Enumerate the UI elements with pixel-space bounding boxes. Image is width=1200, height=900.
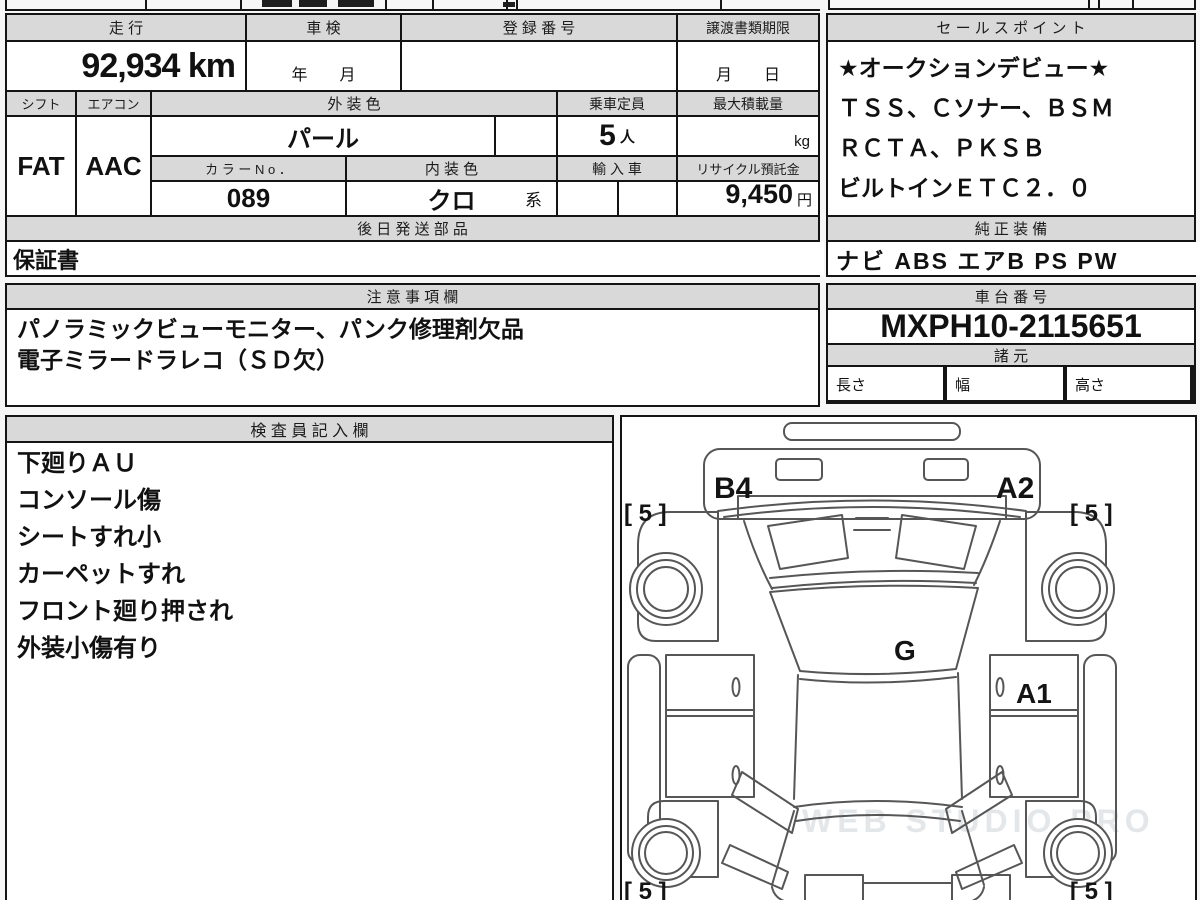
shift-header: シフト	[7, 92, 75, 115]
import-cell-right	[619, 182, 676, 215]
sales-points-box: セ ー ル ス ポ イ ン ト ★オークションデビュー★ ＴＳＳ、Ｃソナー、ＢＳ…	[826, 13, 1200, 277]
inspector-notes-box: 検 査 員 記 入 欄 下廻りＡＵ コンソール傷 シートすれ小 カーペットすれ …	[5, 415, 614, 900]
inspection-header: 車 検	[247, 15, 400, 40]
inspector-notes-header: 検 査 員 記 入 欄	[7, 417, 612, 441]
chassis-box: 車 台 番 号 MXPH10-2115651 諸 元 長さ 幅 高さ	[826, 283, 1196, 404]
interior-color-text: クロ	[427, 188, 476, 215]
inspector-line: フロント廻り押され	[17, 598, 233, 625]
capacity-number: 5	[599, 119, 616, 152]
import-header: 輸 入 車	[558, 157, 676, 180]
headlight-left	[767, 514, 849, 570]
sales-point-line: ★オークションデビュー★	[838, 55, 1110, 81]
sales-points-content: ★オークションデビュー★ ＴＳＳ、Ｃソナー、ＢＳＭ ＲＣＴＡ、ＰＫＳＢ ビルトイ…	[828, 42, 1194, 215]
max-load-header: 最大積載量	[678, 92, 818, 115]
inspector-line: シートすれ小	[17, 524, 161, 551]
grille-area	[923, 458, 969, 481]
license-plate-area	[775, 458, 823, 481]
transfer-deadline-header: 譲渡書類期限	[678, 15, 818, 40]
damage-mark-a1: A1	[1016, 678, 1052, 709]
wheel-rear-left	[631, 818, 701, 888]
aircon-header: エアコン	[77, 92, 150, 115]
interior-color-header: 内 装 色	[347, 157, 556, 180]
front-bumper	[703, 448, 1041, 520]
wheel-rear-right	[1043, 818, 1113, 888]
car-damage-diagram: WEB STUDIO.PRO B4 A2 G A1 [5] [5] […	[624, 422, 1150, 900]
caution-notes-content: パノラミックビューモニター、パンク修理剤欠品 電子ミラードラレコ（ＳＤ欠）	[7, 310, 818, 405]
top-cutoff-row	[5, 0, 1196, 11]
chassis-header: 車 台 番 号	[828, 285, 1194, 308]
later-parts-header: 後 日 発 送 部 品	[7, 217, 818, 240]
damage-mark-g: G	[894, 635, 916, 666]
tire-mark-rear-left: [ 5 ]	[624, 878, 667, 900]
equipment-value: ナビ ABS エアB PS PW	[828, 242, 1200, 275]
tire-mark-front-right: [ 5 ]	[1070, 500, 1113, 527]
shift-value: FAT	[7, 117, 75, 215]
import-cell-left	[558, 182, 617, 215]
capacity-header: 乗車定員	[558, 92, 676, 115]
interior-color-suffix: 系	[525, 191, 542, 210]
inspector-line: コンソール傷	[17, 487, 161, 514]
door-handle	[731, 677, 741, 697]
caution-line: 電子ミラードラレコ（ＳＤ欠）	[17, 347, 339, 373]
recycle-amount: 9,450	[725, 182, 793, 209]
damage-mark-a2: A2	[996, 472, 1034, 505]
car-diagram-box: WEB STUDIO.PRO B4 A2 G A1 [5] [5] […	[620, 415, 1197, 900]
door-handle	[995, 677, 1005, 697]
exterior-color-value: パール	[152, 117, 494, 155]
interior-color-value: クロ 系	[347, 182, 556, 215]
roof-spoiler-bar	[783, 422, 961, 441]
recycle-unit: 円	[796, 192, 812, 209]
exterior-color-header: 外 装 色	[152, 92, 556, 115]
sales-points-header: セ ー ル ス ポ イ ン ト	[828, 15, 1194, 40]
mileage-value: 92,934 km	[7, 42, 245, 90]
tire-mark-rear-right: [ 5 ]	[1070, 878, 1113, 900]
inspector-line: カーペットすれ	[17, 561, 185, 588]
inspector-notes-content: 下廻りＡＵ コンソール傷 シートすれ小 カーペットすれ フロント廻り押され 外装…	[7, 443, 612, 900]
later-parts-value: 保証書	[7, 242, 824, 275]
quarter-panel-left	[731, 771, 799, 834]
sales-point-line: ＲＣＴＡ、ＰＫＳＢ	[838, 135, 1045, 161]
inspector-line: 下廻りＡＵ	[17, 450, 137, 477]
vehicle-table: 走 行 車 検 登 録 番 号 譲渡書類期限 92,934 km 年 月 月 日…	[5, 13, 824, 277]
sales-point-line: ビルトインＥＴＣ２．０	[838, 175, 1091, 201]
registration-header: 登 録 番 号	[402, 15, 676, 40]
windshield	[769, 584, 979, 676]
sales-point-line: ＴＳＳ、Ｃソナー、ＢＳＭ	[838, 95, 1114, 121]
recycle-value: 9,450 円	[678, 182, 818, 215]
wheel-front-left	[629, 552, 703, 626]
mileage-header: 走 行	[7, 15, 245, 40]
caution-notes-header: 注 意 事 項 欄	[7, 285, 818, 308]
exterior-color-spare-cell	[496, 117, 556, 155]
spec-length-label: 長さ	[828, 367, 943, 400]
inspection-date-value: 年 月	[247, 42, 400, 90]
recycle-header: リサイクル預託金	[678, 157, 818, 180]
inspector-line: 外装小傷有り	[17, 635, 161, 662]
caution-line: パノラミックビューモニター、パンク修理剤欠品	[17, 316, 524, 342]
color-no-header: カ ラ ー N o ．	[152, 157, 345, 180]
color-no-value: 089	[152, 182, 345, 215]
spec-width-label: 幅	[947, 367, 1063, 400]
registration-value	[402, 42, 676, 90]
damage-mark-b4: B4	[714, 472, 753, 505]
taillight-left	[804, 874, 864, 900]
chassis-value: MXPH10-2115651	[828, 310, 1194, 343]
wheel-front-right	[1041, 552, 1115, 626]
max-load-value: kg	[678, 117, 818, 155]
specs-header: 諸 元	[828, 345, 1194, 365]
equipment-header: 純 正 装 備	[828, 217, 1194, 240]
spec-height-label: 高さ	[1067, 367, 1190, 400]
transfer-deadline-value: 月 日	[678, 42, 818, 90]
capacity-value: 5 人	[558, 117, 676, 155]
auction-sheet: 走 行 車 検 登 録 番 号 譲渡書類期限 92,934 km 年 月 月 日…	[0, 0, 1200, 900]
capacity-unit: 人	[619, 128, 635, 146]
caution-notes-box: 注 意 事 項 欄 パノラミックビューモニター、パンク修理剤欠品 電子ミラードラ…	[5, 283, 820, 407]
headlight-right	[895, 514, 977, 570]
tire-mark-front-left: [ 5 ]	[624, 500, 667, 527]
aircon-value: AAC	[77, 117, 150, 215]
